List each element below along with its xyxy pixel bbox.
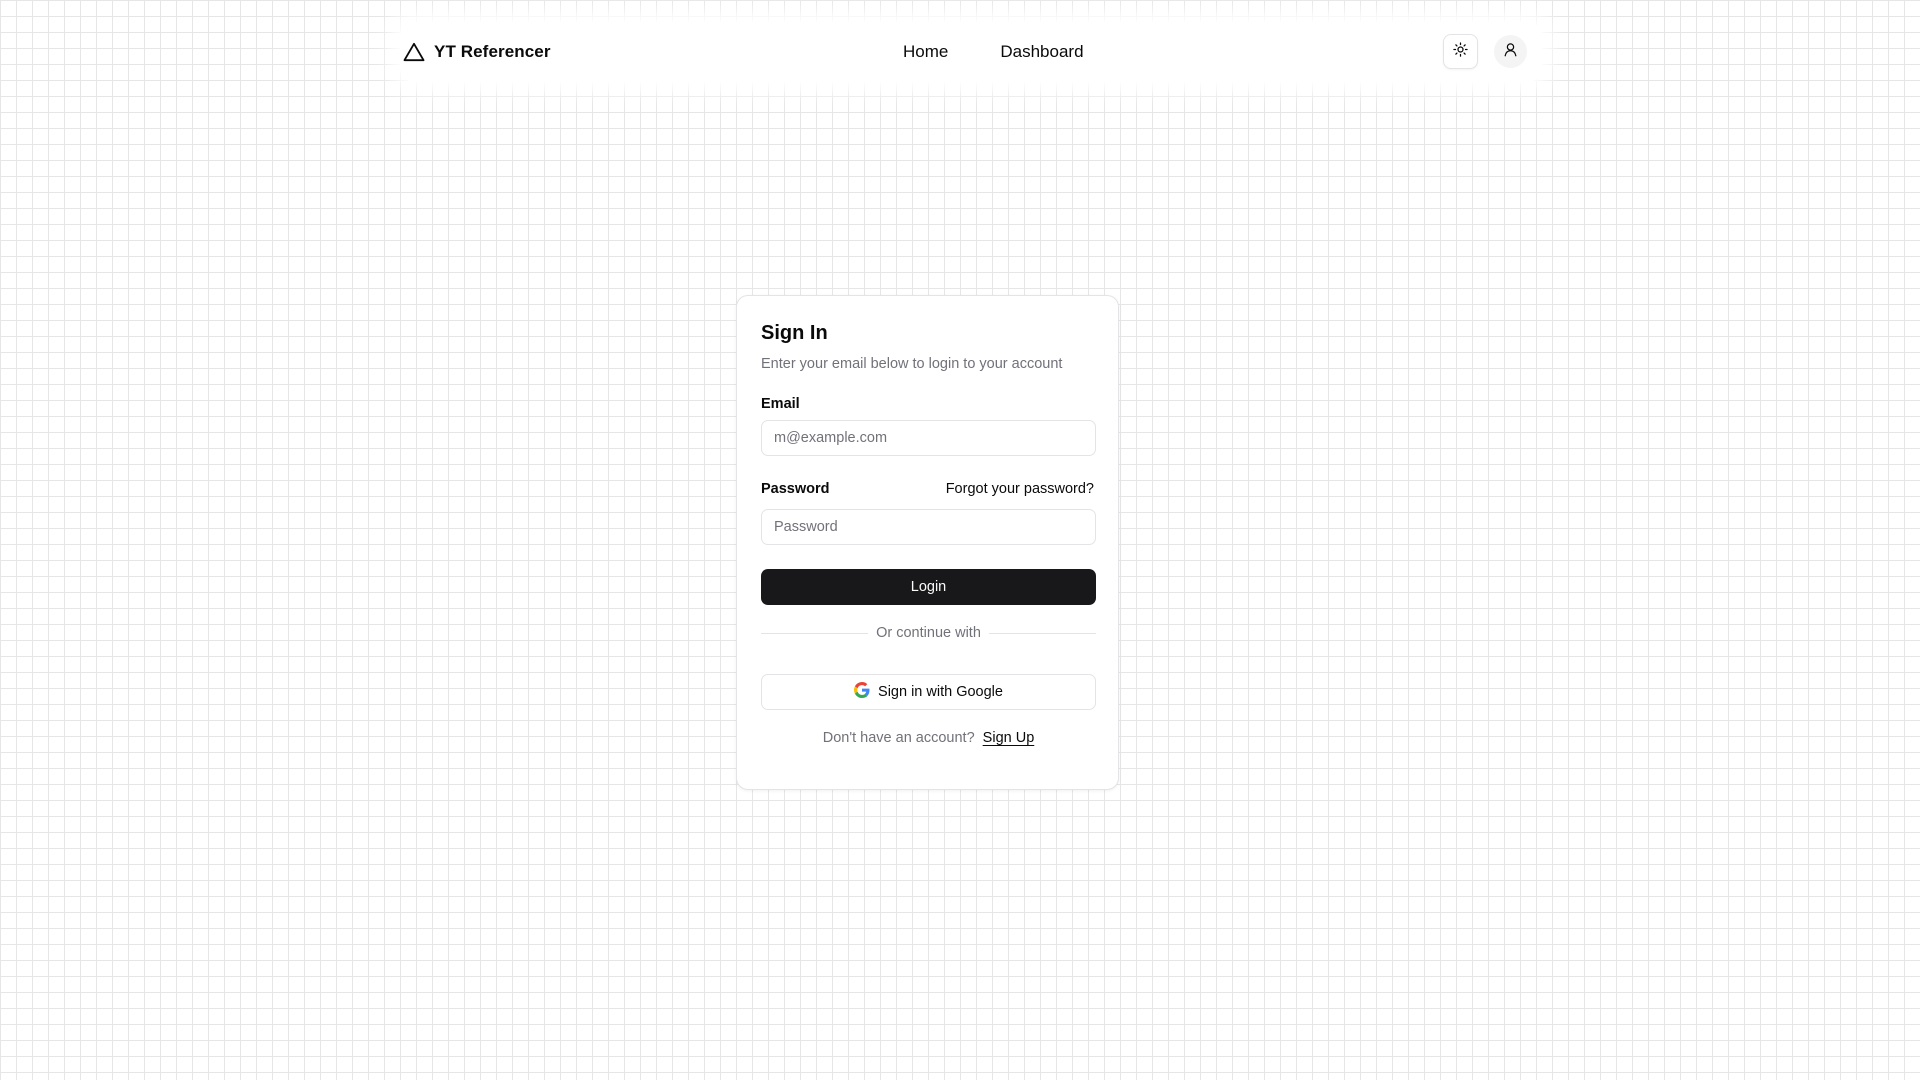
user-icon	[1503, 42, 1518, 62]
nav-home-link[interactable]: Home	[903, 42, 948, 62]
divider-text: Or continue with	[876, 625, 981, 641]
card-subtitle: Enter your email below to login to your …	[761, 356, 1063, 372]
theme-toggle-button[interactable]	[1443, 34, 1478, 69]
login-button[interactable]: Login	[761, 569, 1096, 605]
password-input[interactable]	[761, 509, 1096, 545]
card-title: Sign In	[761, 322, 828, 344]
signup-link[interactable]: Sign Up	[983, 730, 1035, 746]
signin-card: Sign In Enter your email below to login …	[736, 295, 1119, 790]
brand-name: YT Referencer	[434, 42, 551, 61]
divider-line-left	[761, 632, 869, 634]
main-nav: Home Dashboard	[903, 22, 1084, 82]
forgot-password-link[interactable]: Forgot your password?	[946, 481, 1094, 497]
signup-prompt: Don't have an account? Sign Up	[761, 730, 1096, 746]
google-signin-label: Sign in with Google	[878, 684, 1003, 700]
brand[interactable]: YT Referencer	[403, 22, 551, 82]
password-label: Password	[761, 481, 830, 497]
triangle-logo-icon	[403, 42, 425, 62]
top-navbar: YT Referencer Home Dashboard	[400, 22, 1542, 82]
user-menu-button[interactable]	[1494, 35, 1527, 68]
google-signin-button[interactable]: Sign in with Google	[761, 674, 1096, 710]
email-input[interactable]	[761, 420, 1096, 456]
sun-icon	[1453, 41, 1468, 62]
no-account-text: Don't have an account?	[822, 730, 975, 746]
divider-line-right	[988, 632, 1096, 634]
nav-dashboard-link[interactable]: Dashboard	[1000, 42, 1083, 62]
google-icon	[854, 682, 870, 702]
email-label: Email	[761, 396, 800, 412]
or-divider: Or continue with	[761, 623, 1096, 643]
